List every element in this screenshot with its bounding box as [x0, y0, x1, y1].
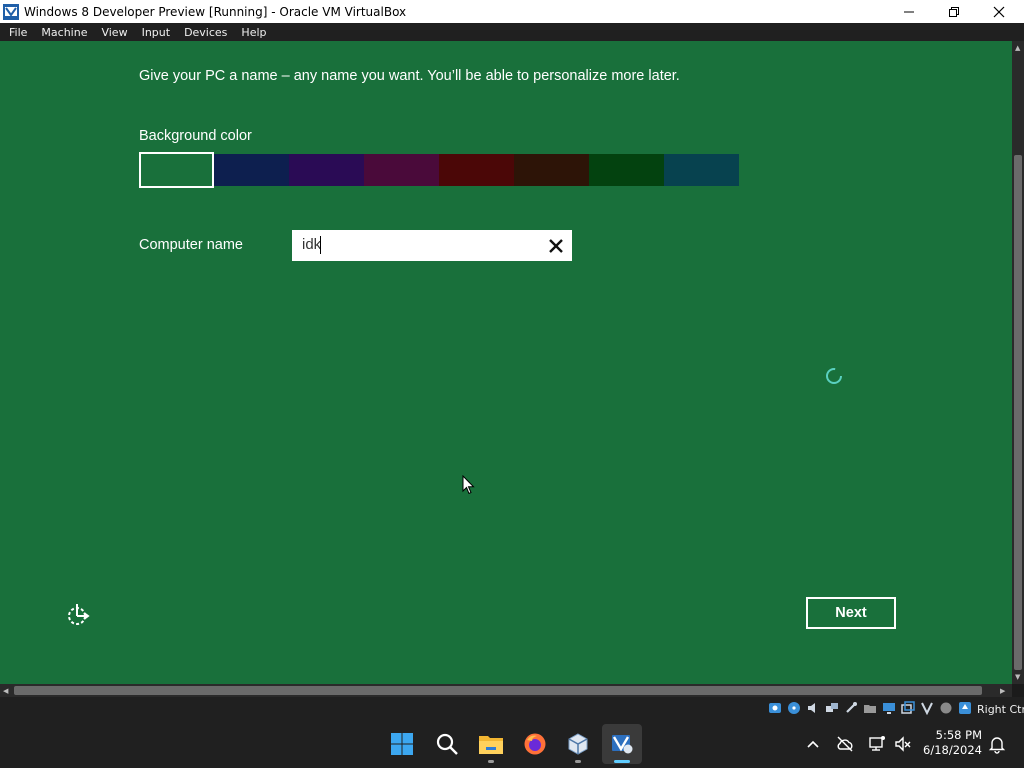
- color-swatch-6[interactable]: [514, 154, 589, 186]
- recording-icon[interactable]: [939, 701, 953, 715]
- running-indicator: [488, 760, 494, 763]
- restore-icon: [949, 6, 959, 17]
- file-explorer-button[interactable]: [471, 724, 511, 764]
- minimize-button[interactable]: [886, 0, 932, 23]
- volume-muted-icon[interactable]: [893, 734, 913, 754]
- window-title: Windows 8 Developer Preview [Running] - …: [24, 4, 407, 19]
- firefox-icon: [524, 733, 546, 755]
- next-button[interactable]: Next: [806, 597, 896, 629]
- scroll-left-icon[interactable]: ◀: [3, 687, 8, 695]
- vertical-scrollbar[interactable]: ▲ ▼: [1012, 41, 1024, 684]
- scroll-down-icon[interactable]: ▼: [1015, 673, 1020, 681]
- notification-bell-icon[interactable]: [987, 734, 1007, 754]
- menu-file[interactable]: File: [4, 26, 32, 39]
- background-color-label: Background color: [139, 128, 252, 144]
- horizontal-scrollbar[interactable]: ◀ ▶: [0, 684, 1012, 697]
- clock-date: 6/18/2024: [923, 743, 982, 757]
- loading-spinner-icon: [826, 368, 842, 384]
- text-caret: [320, 236, 321, 254]
- vm-status-bar: Right Ctrl: [0, 697, 1024, 720]
- setup-intro-text: Give your PC a name – any name you want.…: [139, 68, 680, 84]
- color-swatch-5[interactable]: [439, 154, 514, 186]
- title-bar: Windows 8 Developer Preview [Running] - …: [0, 0, 1024, 23]
- restore-button[interactable]: [931, 0, 977, 23]
- mouse-cursor-icon: [462, 475, 475, 495]
- color-swatch-2[interactable]: [214, 154, 289, 186]
- menu-machine[interactable]: Machine: [36, 26, 92, 39]
- active-indicator: [614, 760, 630, 763]
- audio-icon[interactable]: [806, 701, 820, 715]
- search-icon: [436, 733, 458, 755]
- start-icon: [391, 733, 413, 755]
- menu-view[interactable]: View: [96, 26, 132, 39]
- video-capture-icon[interactable]: [901, 701, 915, 715]
- optical-drive-icon[interactable]: [787, 701, 801, 715]
- display-icon[interactable]: [882, 701, 896, 715]
- scroll-up-icon[interactable]: ▲: [1015, 44, 1020, 52]
- menu-help[interactable]: Help: [236, 26, 271, 39]
- start-button[interactable]: [382, 724, 422, 764]
- color-swatch-4[interactable]: [364, 154, 439, 186]
- cloud-offline-icon[interactable]: [835, 734, 855, 754]
- host-key-label: Right Ctrl: [977, 703, 1024, 716]
- color-swatch-1[interactable]: [139, 152, 214, 188]
- menu-bar: File Machine View Input Devices Help: [0, 23, 1024, 41]
- virtualbox-icon: [568, 733, 588, 755]
- virtualbox-app-icon: [3, 3, 19, 20]
- host-key-icon[interactable]: [958, 701, 972, 715]
- computer-name-value: idk: [302, 236, 322, 253]
- network-status-icon[interactable]: [867, 734, 887, 754]
- clock-time: 5:58 PM: [935, 728, 982, 742]
- minimize-icon: [904, 11, 914, 12]
- guest-display[interactable]: Give your PC a name – any name you want.…: [0, 41, 1012, 684]
- usb-icon[interactable]: [844, 701, 858, 715]
- close-button[interactable]: [976, 0, 1022, 23]
- system-clock[interactable]: 5:58 PM 6/18/2024: [920, 728, 982, 758]
- color-swatch-7[interactable]: [589, 154, 664, 186]
- menu-input[interactable]: Input: [137, 26, 175, 39]
- running-indicator: [575, 760, 581, 763]
- file-explorer-icon: [479, 736, 503, 754]
- virtualbox-manager-button[interactable]: [558, 724, 598, 764]
- background-color-picker: [139, 152, 739, 188]
- color-swatch-3[interactable]: [289, 154, 364, 186]
- clear-text-icon[interactable]: [546, 236, 566, 256]
- taskbar: 5:58 PM 6/18/2024: [0, 720, 1024, 768]
- close-icon: [993, 6, 1005, 17]
- virtualbox-vm-icon: [612, 735, 633, 754]
- ease-of-access-icon[interactable]: [65, 602, 91, 628]
- virtualization-icon[interactable]: [920, 701, 934, 715]
- chevron-up-icon[interactable]: [803, 734, 823, 754]
- vertical-scroll-thumb[interactable]: [1014, 155, 1022, 670]
- menu-devices[interactable]: Devices: [179, 26, 232, 39]
- color-swatch-8[interactable]: [664, 154, 739, 186]
- firefox-button[interactable]: [515, 724, 555, 764]
- network-icon[interactable]: [825, 701, 839, 715]
- hard-disk-icon[interactable]: [768, 701, 782, 715]
- shared-folders-icon[interactable]: [863, 701, 877, 715]
- search-button[interactable]: [427, 724, 467, 764]
- scroll-right-icon[interactable]: ▶: [1000, 687, 1005, 695]
- computer-name-label: Computer name: [139, 237, 243, 253]
- horizontal-scroll-thumb[interactable]: [14, 686, 982, 695]
- computer-name-input[interactable]: idk: [292, 230, 572, 261]
- virtualbox-vm-button[interactable]: [602, 724, 642, 764]
